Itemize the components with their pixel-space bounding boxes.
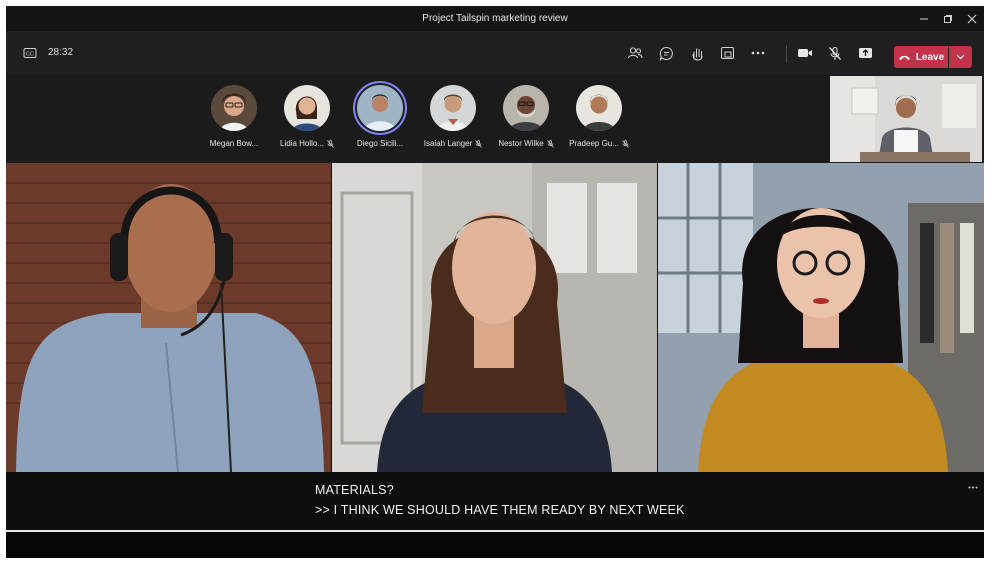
chat-icon (659, 46, 673, 61)
participant-name: Nestor Wilke (498, 139, 544, 148)
phone-hangup-icon (898, 55, 910, 60)
avatar (430, 85, 476, 131)
leave-label: Leave (915, 51, 945, 63)
participant-name: Lidia Hollo... (279, 139, 325, 148)
participant-megan[interactable]: Megan Bow... (196, 81, 272, 148)
participant-name: Isaiah Langer (423, 139, 473, 148)
window-title: Project Tailspin marketing review (422, 13, 568, 24)
avatar (503, 85, 549, 131)
restore-button[interactable] (936, 6, 960, 31)
people-button[interactable] (625, 43, 645, 63)
video-tile-headset-man[interactable] (6, 163, 331, 472)
mic-muted-icon (327, 139, 334, 148)
more-icon (968, 486, 978, 489)
caption-line-2: >> I THINK WE SHOULD HAVE THEM READY BY … (315, 503, 685, 517)
participant-strip: Megan Bow... Lidia Hollo... Diego Sicili… (6, 75, 984, 163)
toolbar-divider (786, 45, 787, 63)
video-feed (332, 163, 657, 472)
participant-nestor[interactable]: Nestor Wilke (488, 81, 564, 148)
bottom-bar (6, 530, 984, 558)
participant-isaiah[interactable]: Isaiah Langer (415, 81, 491, 148)
raise-hand-icon (692, 48, 702, 61)
share-tray-icon (720, 47, 734, 59)
captions-more-button[interactable] (968, 478, 978, 492)
camera-button[interactable] (795, 43, 815, 63)
video-grid (6, 163, 984, 472)
mic-muted-icon (829, 46, 841, 60)
participant-name: Megan Bow... (209, 139, 259, 148)
chevron-down-icon (956, 54, 965, 60)
leave-options-button[interactable] (949, 46, 972, 68)
camera-icon (798, 49, 812, 57)
minimize-icon (920, 18, 928, 19)
self-view-video[interactable] (830, 76, 982, 162)
participant-name: Diego Sicili... (356, 139, 404, 148)
mic-muted-icon (475, 139, 483, 148)
video-tile-woman-glasses[interactable] (658, 163, 984, 472)
live-captions-panel: MATERIALS? >> I THINK WE SHOULD HAVE THE… (6, 472, 984, 530)
restore-icon (944, 14, 952, 23)
video-feed (6, 163, 331, 472)
mic-button[interactable] (825, 43, 845, 63)
share-icon (858, 48, 872, 58)
participant-lidia[interactable]: Lidia Hollo... (269, 81, 345, 148)
svg-text:CC: CC (26, 52, 34, 58)
participant-pradeep[interactable]: Pradeep Gu... (561, 81, 637, 148)
avatar (211, 85, 257, 131)
close-icon (967, 14, 977, 23)
minimize-button[interactable] (912, 6, 936, 31)
leave-button[interactable]: Leave (894, 46, 948, 68)
mic-muted-icon (546, 139, 554, 148)
meeting-toolbar: CC 28:32 (6, 31, 984, 75)
people-icon (628, 47, 643, 59)
participant-name: Pradeep Gu... (569, 139, 619, 148)
chat-button[interactable] (656, 43, 676, 63)
closed-captions-icon: CC (23, 48, 37, 58)
close-button[interactable] (960, 6, 984, 31)
mic-muted-icon (622, 139, 629, 148)
closed-captions-button[interactable]: CC (20, 43, 40, 63)
avatar (357, 85, 403, 131)
raise-hand-button[interactable] (687, 43, 707, 63)
share-tray-button[interactable] (717, 43, 737, 63)
meeting-timer: 28:32 (48, 47, 74, 58)
avatar (576, 85, 622, 131)
teams-meeting-window: Project Tailspin marketing review CC 28:… (6, 6, 984, 558)
avatar (284, 85, 330, 131)
more-actions-button[interactable] (748, 43, 768, 63)
self-video-feed (830, 76, 982, 162)
participant-diego[interactable]: Diego Sicili... (342, 81, 418, 148)
video-tile-woman-center[interactable] (332, 163, 657, 472)
video-feed (658, 163, 984, 472)
more-icon (751, 51, 765, 55)
caption-line-1: MATERIALS? (315, 483, 394, 497)
share-content-button[interactable] (855, 43, 875, 63)
title-bar: Project Tailspin marketing review (6, 6, 984, 31)
